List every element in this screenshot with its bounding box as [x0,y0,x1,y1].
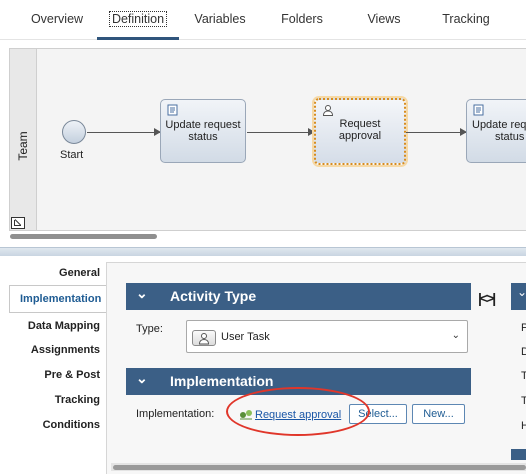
user-task-icon [322,105,334,116]
properties-scrollbar-thumb[interactable] [113,465,526,470]
task-label: Request [339,118,381,130]
section-title: Implementation [170,373,274,389]
chevron-down-icon: ⌄ [451,330,460,341]
diagram-scrollbar-thumb[interactable] [10,234,157,239]
chevron-down-icon: ⌄ [517,285,526,299]
right-field-label: T [521,395,526,407]
chevron-down-icon: ⌄ [136,285,148,301]
right-section-header-2[interactable] [511,449,526,460]
right-field-label: H [521,420,526,432]
implementation-label: Implementation: [136,408,215,420]
task-label: status [188,131,218,143]
task-update-request-status-2[interactable]: Update req status [466,99,526,163]
tab-definition[interactable]: Definition [97,0,179,40]
tab-tracking[interactable]: Tracking [430,0,502,40]
type-select[interactable]: User Task ⌄ [186,320,468,353]
chevron-down-icon: ⌄ [136,370,148,386]
tab-views[interactable]: Views [352,0,416,40]
tab-overview[interactable]: Overview [24,0,90,40]
nav-general[interactable]: General [59,267,100,279]
nav-tracking[interactable]: Tracking [55,394,100,406]
user-task-icon [192,330,216,346]
right-section-header[interactable]: ⌄ [511,283,526,310]
nav-pre-post[interactable]: Pre & Post [44,369,100,381]
tab-definition-label: Definition [108,11,168,27]
task-update-request-status[interactable]: Update request status [160,99,246,163]
nav-implementation[interactable]: Implementation [9,285,107,313]
tab-variables-label: Variables [194,12,246,26]
start-event[interactable] [62,120,86,144]
tab-views-label: Views [367,12,401,26]
tab-variables[interactable]: Variables [184,0,256,40]
task-label: status [495,131,525,143]
panel-divider[interactable] [0,247,526,256]
task-request-approval[interactable]: Request approval [314,98,406,165]
tab-tracking-label: Tracking [442,12,490,26]
task-label: Update req [472,119,526,131]
tab-folders[interactable]: Folders [268,0,336,40]
nav-conditions[interactable]: Conditions [43,419,100,431]
right-field-label: P [521,322,526,334]
properties-nav: General Implementation Data Mapping Assi… [0,257,107,474]
tab-overview-label: Overview [30,12,84,26]
task-label: approval [338,130,382,142]
section-title: Activity Type [170,288,257,304]
nav-assignments[interactable]: Assignments [31,344,100,356]
process-diagram-canvas[interactable]: Team Start Update request status Request… [9,48,526,231]
script-icon [473,104,484,116]
script-icon [167,104,178,116]
implementation-section-header[interactable]: ⌄ Implementation [126,368,471,395]
start-event-label: Start [60,149,84,161]
swimlane-label: Team [16,131,30,161]
new-button[interactable]: New... [412,404,465,424]
sequence-flow[interactable] [247,128,315,136]
select-button[interactable]: Select... [349,404,407,424]
sequence-flow[interactable] [406,128,467,136]
swimlane-header[interactable]: Team [10,49,37,230]
implementation-link[interactable]: Request approval [255,409,341,421]
right-field-label: T [521,370,526,382]
type-value: User Task [221,331,270,343]
nav-data-mapping[interactable]: Data Mapping [28,320,100,332]
task-label: Update request [165,119,241,131]
process-link-icon [240,410,252,420]
activity-type-section-header[interactable]: ⌄ Activity Type [126,283,471,310]
tab-folders-label: Folders [281,12,323,26]
sequence-flow[interactable] [87,128,161,136]
collapse-toggle-icon[interactable]: |<>| [478,290,496,306]
expand-icon[interactable] [11,217,25,229]
right-field-label: D [521,346,526,358]
type-label: Type: [136,323,163,335]
editor-tab-bar: Overview Definition Variables Folders Vi… [0,0,526,40]
